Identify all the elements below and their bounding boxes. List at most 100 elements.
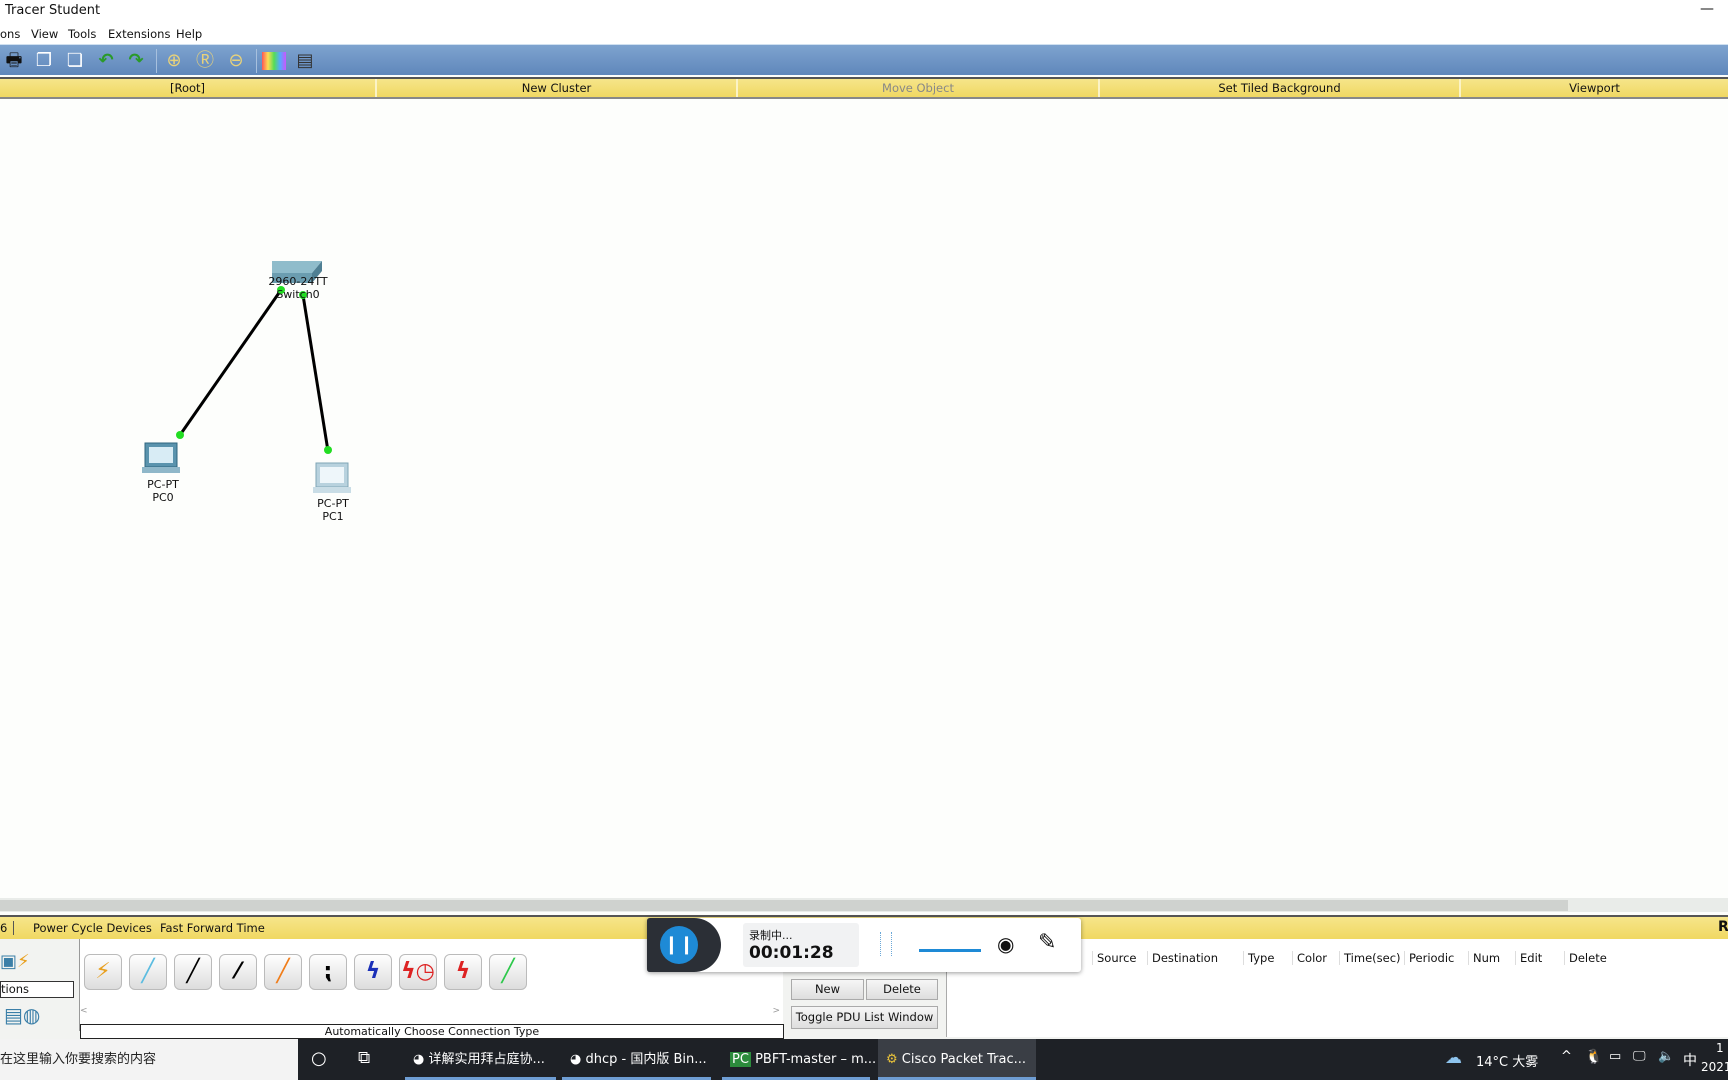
- volume-slider[interactable]: [919, 949, 981, 952]
- menu-help[interactable]: Help: [176, 27, 202, 41]
- device-model: 2960-24TT: [268, 275, 328, 288]
- menu-bar: ons View Tools Extensions Help: [0, 24, 1728, 44]
- workspace-canvas[interactable]: 2960-24TT Switch0 PC-PT PC0 PC-PT PC1: [0, 101, 1728, 898]
- col-edit: Edit: [1515, 951, 1542, 965]
- audio-level-meter: [880, 932, 892, 956]
- palette-icon[interactable]: [262, 52, 286, 70]
- pc1-icon[interactable]: [313, 462, 351, 493]
- zoom-in-icon[interactable]: ⊕: [162, 49, 186, 73]
- device-subtype-icons[interactable]: ▤◍: [4, 1003, 40, 1027]
- new-pdu-scenario-button[interactable]: New: [791, 979, 864, 1000]
- wireless-device-icon[interactable]: ▣: [0, 951, 17, 972]
- col-periodic: Periodic: [1404, 951, 1454, 965]
- viewport-button[interactable]: Viewport: [1461, 79, 1728, 97]
- weather-icon[interactable]: ☁: [1445, 1048, 1462, 1068]
- col-type: Type: [1243, 951, 1274, 965]
- minimize-button[interactable]: —: [1700, 1, 1714, 17]
- screen-recorder-widget: ❙❙ 录制中... 00:01:28 ◉ ✎: [647, 918, 1081, 972]
- taskbar: 在这里输入你要搜索的内容 ○ ⧉ ◕ 详解实用拜占庭协... ◕ dhcp - …: [0, 1039, 1728, 1080]
- network-icon[interactable]: 🖵: [1633, 1049, 1646, 1064]
- octal-cable-icon[interactable]: ╱: [489, 954, 527, 990]
- clock-date[interactable]: 2021: [1701, 1060, 1728, 1074]
- device-model: PC-PT: [147, 478, 179, 491]
- volume-icon[interactable]: 🔈: [1658, 1049, 1674, 1064]
- redo-icon[interactable]: ↷: [124, 49, 148, 73]
- clock-time[interactable]: 1: [1716, 1041, 1724, 1055]
- recording-timer: 00:01:28: [749, 943, 834, 963]
- task-label: Cisco Packet Trac...: [901, 1052, 1027, 1067]
- fast-forward-button[interactable]: Fast Forward Time: [160, 921, 265, 935]
- weather-text[interactable]: 14°C 大雾: [1476, 1051, 1538, 1070]
- zoom-reset-icon[interactable]: Ⓡ: [193, 49, 217, 73]
- delete-pdu-scenario-button[interactable]: Delete: [866, 979, 938, 1000]
- task-chrome-1[interactable]: ◕ 详解实用拜占庭协...: [405, 1039, 556, 1080]
- root-button[interactable]: [Root]: [0, 79, 377, 97]
- battery-icon[interactable]: ▭: [1609, 1049, 1621, 1064]
- device-category-label: tions: [0, 981, 74, 998]
- realtime-mode-button[interactable]: R: [1718, 919, 1728, 935]
- crossover-cable-icon[interactable]: ╱: [264, 954, 302, 990]
- power-cycle-button[interactable]: Power Cycle Devices: [33, 921, 152, 935]
- connections-category-icon[interactable]: ⚡: [17, 951, 30, 972]
- packet-tracer-icon: ⚙: [886, 1052, 902, 1067]
- link-switch0-pc1[interactable]: [301, 294, 330, 452]
- device-categories: ▣⚡: [0, 951, 78, 979]
- copy-icon[interactable]: ❐: [32, 49, 56, 73]
- pause-icon[interactable]: ❙❙: [660, 926, 698, 964]
- webcam-icon[interactable]: ◉: [997, 932, 1014, 956]
- pc1-label: PC-PT PC1: [293, 497, 373, 523]
- tray-overflow-icon[interactable]: ^: [1561, 1049, 1572, 1064]
- task-pycharm[interactable]: PC PBFT-master – m...: [722, 1039, 876, 1080]
- col-time: Time(sec): [1339, 951, 1401, 965]
- qq-icon[interactable]: 🐧: [1585, 1049, 1602, 1065]
- toggle-pdu-list-button[interactable]: Toggle PDU List Window: [791, 1006, 938, 1029]
- menu-options[interactable]: ons: [0, 27, 20, 41]
- menu-extensions[interactable]: Extensions: [108, 27, 170, 41]
- port-status-light: [176, 431, 184, 439]
- set-tiled-background-button[interactable]: Set Tiled Background: [1100, 79, 1461, 97]
- task-label: PBFT-master – m...: [755, 1052, 877, 1067]
- print-icon[interactable]: 🖶: [2, 49, 26, 73]
- copper-cross-icon[interactable]: ⁄: [219, 954, 257, 990]
- pen-icon[interactable]: ✎: [1038, 930, 1056, 955]
- menu-view[interactable]: View: [31, 27, 58, 41]
- recorder-status: 录制中... 00:01:28: [743, 923, 859, 967]
- link-switch0-pc0[interactable]: [178, 289, 283, 436]
- zoom-out-icon[interactable]: ⊖: [224, 49, 248, 73]
- logical-workspace-bar: [Root] New Cluster Move Object Set Tiled…: [0, 77, 1728, 99]
- cortana-icon[interactable]: ○: [311, 1048, 327, 1069]
- toolbar: 🖶 ❐ ❏ ↶ ↷ ⊕ Ⓡ ⊖ ▤: [0, 44, 1728, 75]
- fiber-icon[interactable]: ⁏: [309, 954, 347, 990]
- task-packet-tracer[interactable]: ⚙ Cisco Packet Trac...: [878, 1039, 1036, 1080]
- paste-icon[interactable]: ❏: [63, 49, 87, 73]
- task-label: 详解实用拜占庭协...: [428, 1052, 545, 1067]
- serial-dte-icon[interactable]: ϟ: [444, 954, 482, 990]
- device-model: PC-PT: [317, 497, 349, 510]
- chrome-icon: ◕: [570, 1052, 586, 1067]
- task-view-icon[interactable]: ⧉: [358, 1048, 370, 1068]
- serial-dce-icon[interactable]: ϟ◷: [399, 954, 437, 990]
- device-dialog-icon[interactable]: ▤: [293, 49, 317, 73]
- task-chrome-2[interactable]: ◕ dhcp - 国内版 Bin...: [562, 1039, 711, 1080]
- col-delete: Delete: [1564, 951, 1607, 965]
- move-object-button[interactable]: Move Object: [738, 79, 1100, 97]
- automatic-connection-icon[interactable]: ⚡: [84, 954, 122, 990]
- switch0-label: 2960-24TT Switch0: [258, 275, 338, 301]
- menu-tools[interactable]: Tools: [68, 27, 96, 41]
- console-cable-icon[interactable]: ╱: [129, 954, 167, 990]
- scrollbar-thumb[interactable]: [0, 900, 1568, 911]
- col-num: Num: [1468, 951, 1500, 965]
- pc0-icon[interactable]: [142, 442, 180, 473]
- device-name: Switch0: [276, 288, 320, 301]
- links-layer: [142, 261, 351, 493]
- copper-straight-icon[interactable]: ╱: [174, 954, 212, 990]
- undo-icon[interactable]: ↶: [94, 49, 118, 73]
- phone-cable-icon[interactable]: ϟ: [354, 954, 392, 990]
- title-bar: Tracer Student —: [0, 0, 1728, 24]
- time-display: 6: [0, 921, 14, 935]
- new-cluster-button[interactable]: New Cluster: [377, 79, 738, 97]
- taskbar-search[interactable]: 在这里输入你要搜索的内容: [0, 1039, 298, 1080]
- ime-indicator[interactable]: 中: [1683, 1050, 1697, 1070]
- recording-status: 录制中...: [749, 929, 793, 942]
- task-label: dhcp - 国内版 Bin...: [585, 1052, 707, 1067]
